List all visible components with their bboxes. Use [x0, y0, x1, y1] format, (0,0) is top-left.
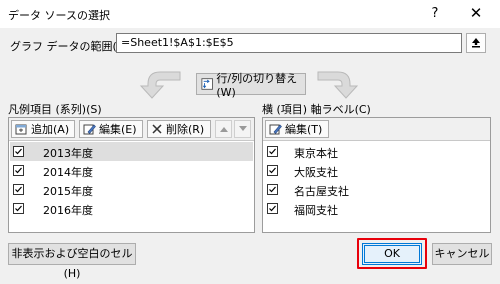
move-up-icon	[219, 127, 228, 132]
checkmark-icon	[15, 167, 22, 174]
legend-entries-panel: 追加(A) 編集(E) 削除(R) 2013年度 2014年度 2015年度 2…	[8, 117, 255, 233]
switch-row-column-button[interactable]: 行/列の切り替え(W)	[196, 72, 306, 99]
select-data-source-dialog: データ ソースの選択 ? ✕ グラフ データの範囲(D): =Sheet1!$A…	[0, 0, 500, 280]
axis-label-text: 大阪支社	[294, 166, 338, 179]
switch-row-column-label: 行/列の切り替え(W)	[216, 71, 298, 99]
legend-entries-label: 凡例項目 (系列)(S)	[8, 103, 102, 116]
dialog-title: データ ソースの選択	[8, 9, 110, 22]
checkmark-icon	[269, 148, 276, 155]
edit-series-button[interactable]: 編集(E)	[79, 120, 143, 138]
checkmark-icon	[15, 186, 22, 193]
series-label: 2015年度	[43, 185, 93, 198]
range-label: グラフ データの範囲(D):	[10, 40, 134, 53]
axis-label-text: 東京本社	[294, 147, 338, 160]
legend-entry-row[interactable]: 2015年度	[10, 180, 253, 199]
edit-axis-labels-label: 編集(T)	[285, 123, 323, 136]
curved-arrow-right-icon	[317, 71, 359, 99]
delete-series-label: 削除(R)	[166, 123, 205, 136]
series-checkbox[interactable]	[13, 184, 24, 195]
switch-row-column-icon	[201, 78, 213, 90]
move-down-button[interactable]	[234, 120, 251, 138]
checkmark-icon	[269, 205, 276, 212]
cancel-button[interactable]: キャンセル	[432, 243, 492, 265]
axis-labels-label: 横 (項目) 軸ラベル(C)	[262, 103, 371, 116]
collapse-dialog-button[interactable]	[466, 33, 486, 53]
axis-toolbar: 編集(T)	[263, 118, 490, 141]
range-input[interactable]: =Sheet1!$A$1:$E$5	[116, 33, 462, 53]
close-icon: ✕	[469, 4, 483, 22]
curved-arrow-left-icon	[139, 71, 181, 99]
axis-label-row[interactable]: 福岡支社	[264, 199, 489, 218]
ok-button[interactable]: OK	[362, 243, 422, 265]
checkmark-icon	[15, 205, 22, 212]
axis-label-text: 福岡支社	[294, 204, 338, 217]
legend-entry-row[interactable]: 2014年度	[10, 161, 253, 180]
checkmark-icon	[269, 167, 276, 174]
checkmark-icon	[269, 186, 276, 193]
checkmark-icon	[15, 148, 22, 155]
axis-label-text: 名古屋支社	[294, 185, 349, 198]
series-label: 2016年度	[43, 204, 93, 217]
legend-entries-list: 2013年度 2014年度 2015年度 2016年度	[10, 142, 253, 218]
close-button[interactable]: ✕	[466, 4, 486, 22]
add-icon	[15, 124, 27, 135]
edit-icon	[83, 124, 96, 135]
hidden-empty-cells-button[interactable]: 非表示および空白のセル(H)	[8, 243, 136, 280]
series-checkbox[interactable]	[13, 146, 24, 157]
series-label: 2014年度	[43, 166, 93, 179]
delete-series-button[interactable]: 削除(R)	[147, 120, 211, 138]
series-checkbox[interactable]	[13, 203, 24, 214]
collapse-icon	[472, 38, 480, 48]
legend-toolbar: 追加(A) 編集(E) 削除(R)	[9, 118, 254, 141]
series-checkbox[interactable]	[13, 165, 24, 176]
axis-label-checkbox[interactable]	[267, 146, 278, 157]
axis-label-row[interactable]: 名古屋支社	[264, 180, 489, 199]
help-button[interactable]: ?	[428, 6, 442, 22]
axis-label-checkbox[interactable]	[267, 203, 278, 214]
series-label: 2013年度	[43, 147, 93, 160]
move-up-button[interactable]	[215, 120, 232, 138]
axis-labels-list: 東京本社 大阪支社 名古屋支社 福岡支社	[264, 142, 489, 218]
delete-icon	[152, 124, 162, 134]
edit-series-label: 編集(E)	[99, 123, 137, 136]
edit-axis-labels-button[interactable]: 編集(T)	[265, 120, 329, 138]
axis-label-row[interactable]: 大阪支社	[264, 161, 489, 180]
legend-entry-row[interactable]: 2013年度	[10, 142, 253, 161]
axis-label-checkbox[interactable]	[267, 184, 278, 195]
axis-label-row[interactable]: 東京本社	[264, 142, 489, 161]
add-series-label: 追加(A)	[31, 123, 70, 136]
edit-icon	[269, 124, 282, 135]
help-icon: ?	[431, 6, 439, 21]
title-bar: データ ソースの選択 ? ✕	[0, 0, 500, 28]
legend-entry-row[interactable]: 2016年度	[10, 199, 253, 218]
move-down-icon	[238, 126, 247, 131]
axis-labels-panel: 編集(T) 東京本社 大阪支社 名古屋支社 福岡支社	[262, 117, 491, 233]
add-series-button[interactable]: 追加(A)	[11, 120, 75, 138]
axis-label-checkbox[interactable]	[267, 165, 278, 176]
